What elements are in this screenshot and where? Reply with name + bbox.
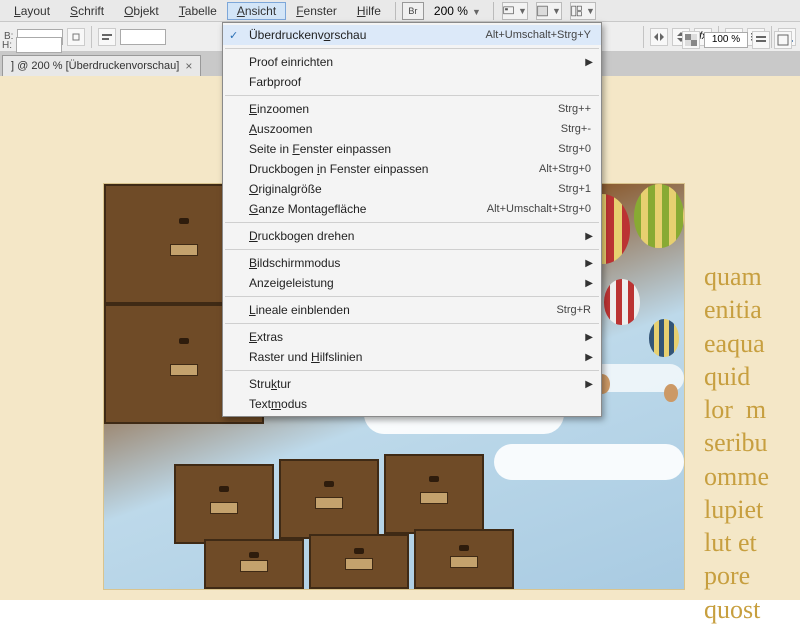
menu-item[interactable]: Lineale einblenden Strg+R: [223, 300, 601, 320]
menu-item[interactable]: Raster und Hilfslinien ▶: [223, 347, 601, 367]
menu-hilfe[interactable]: Hilfe: [347, 2, 391, 20]
document-tab[interactable]: ] @ 200 % [Überdruckenvorschau] ×: [2, 55, 201, 76]
menu-item[interactable]: Seite in Fenster einpassen Strg+0: [223, 139, 601, 159]
menu-item[interactable]: Einzoomen Strg++: [223, 99, 601, 119]
menu-item[interactable]: ✓ Überdruckenvorschau Alt+Umschalt+Strg+Y: [223, 25, 601, 45]
menu-shortcut: Strg++: [558, 103, 591, 115]
menu-item-label: Ganze Montagefläche: [249, 202, 366, 216]
menu-item-label: Auszoomen: [249, 122, 312, 136]
view-options-button[interactable]: ▼: [502, 2, 528, 20]
menu-item[interactable]: Druckbogen in Fenster einpassen Alt+Strg+…: [223, 159, 601, 179]
menu-item-label: Lineale einblenden: [249, 303, 350, 317]
menu-tabelle[interactable]: Tabelle: [169, 2, 227, 20]
menu-item[interactable]: Proof einrichten ▶: [223, 52, 601, 72]
screen-mode-button[interactable]: ▼: [536, 2, 562, 20]
menu-item-label: Seite in Fenster einpassen: [249, 142, 391, 156]
menu-item-label: Überdruckenvorschau: [249, 28, 366, 42]
menu-item-label: Extras: [249, 330, 283, 344]
flip-h-icon[interactable]: [650, 28, 668, 46]
link-wh-icon[interactable]: [67, 28, 85, 46]
menu-shortcut: Alt+Strg+0: [539, 163, 591, 175]
check-icon: ✓: [229, 29, 238, 42]
submenu-arrow-icon: ▶: [585, 379, 593, 390]
menu-item[interactable]: Farbproof: [223, 72, 601, 92]
submenu-arrow-icon: ▶: [585, 231, 593, 242]
menu-item[interactable]: Extras ▶: [223, 327, 601, 347]
bridge-button[interactable]: Br: [402, 2, 424, 20]
menu-item-label: Raster und Hilfslinien: [249, 350, 362, 364]
menu-shortcut: Strg+1: [558, 183, 591, 195]
menubar-sep: [395, 2, 396, 20]
menu-item[interactable]: Auszoomen Strg+-: [223, 119, 601, 139]
menu-item-label: Struktur: [249, 377, 291, 391]
menu-item-label: Anzeigeleistung: [249, 276, 334, 290]
style-icon-2[interactable]: [774, 31, 792, 49]
menu-shortcut: Alt+Umschalt+Strg+0: [487, 203, 591, 215]
menubar-sep-2: [493, 2, 494, 20]
menu-item-label: Einzoomen: [249, 102, 309, 116]
menu-shortcut: Strg+-: [561, 123, 591, 135]
menu-item[interactable]: Struktur ▶: [223, 374, 601, 394]
menu-shortcut: Strg+0: [558, 143, 591, 155]
menubar: LayoutSchriftObjektTabelleAnsichtFenster…: [0, 0, 800, 22]
ansicht-menu: ✓ Überdruckenvorschau Alt+Umschalt+Strg+Y P…: [222, 22, 602, 417]
menu-item-label: Proof einrichten: [249, 55, 333, 69]
menu-fenster[interactable]: Fenster: [286, 2, 347, 20]
menu-schrift[interactable]: Schrift: [60, 2, 114, 20]
submenu-arrow-icon: ▶: [585, 332, 593, 343]
tab-title: ] @ 200 % [Überdruckenvorschau]: [11, 60, 179, 72]
opacity-field[interactable]: 100 %: [704, 32, 748, 48]
submenu-arrow-icon: ▶: [585, 57, 593, 68]
menu-item-label: Textmodus: [249, 397, 307, 411]
menu-item-label: Druckbogen in Fenster einpassen: [249, 162, 428, 176]
menu-item-label: Bildschirmmodus: [249, 256, 340, 270]
field-2[interactable]: [120, 29, 166, 45]
menu-item-label: Originalgröße: [249, 182, 322, 196]
menu-item[interactable]: Bildschirmmodus ▶: [223, 253, 601, 273]
height-label: H:: [2, 40, 12, 51]
menu-item[interactable]: Druckbogen drehen ▶: [223, 226, 601, 246]
menu-shortcut: Strg+R: [556, 304, 591, 316]
arrange-button[interactable]: ▼: [570, 2, 596, 20]
align-icon-1[interactable]: [98, 28, 116, 46]
submenu-arrow-icon: ▶: [585, 278, 593, 289]
menu-item[interactable]: Textmodus: [223, 394, 601, 414]
height-field[interactable]: [16, 37, 62, 53]
style-icon-1[interactable]: [752, 31, 770, 49]
lorem-text: quam enitia eaqua quid lor m seribu omme…: [704, 260, 769, 626]
menu-item[interactable]: Originalgröße Strg+1: [223, 179, 601, 199]
zoom-value[interactable]: 200 %▼: [430, 4, 485, 18]
menu-ansicht[interactable]: Ansicht: [227, 2, 286, 20]
menu-item-label: Farbproof: [249, 75, 301, 89]
opacity-icon: [682, 31, 700, 49]
close-tab-icon[interactable]: ×: [185, 59, 192, 73]
menu-layout[interactable]: Layout: [4, 2, 60, 20]
menu-item[interactable]: Ganze Montagefläche Alt+Umschalt+Strg+0: [223, 199, 601, 219]
menu-item-label: Druckbogen drehen: [249, 229, 354, 243]
menu-item[interactable]: Anzeigeleistung ▶: [223, 273, 601, 293]
menu-shortcut: Alt+Umschalt+Strg+Y: [486, 29, 591, 41]
submenu-arrow-icon: ▶: [585, 352, 593, 363]
menu-objekt[interactable]: Objekt: [114, 2, 169, 20]
submenu-arrow-icon: ▶: [585, 258, 593, 269]
